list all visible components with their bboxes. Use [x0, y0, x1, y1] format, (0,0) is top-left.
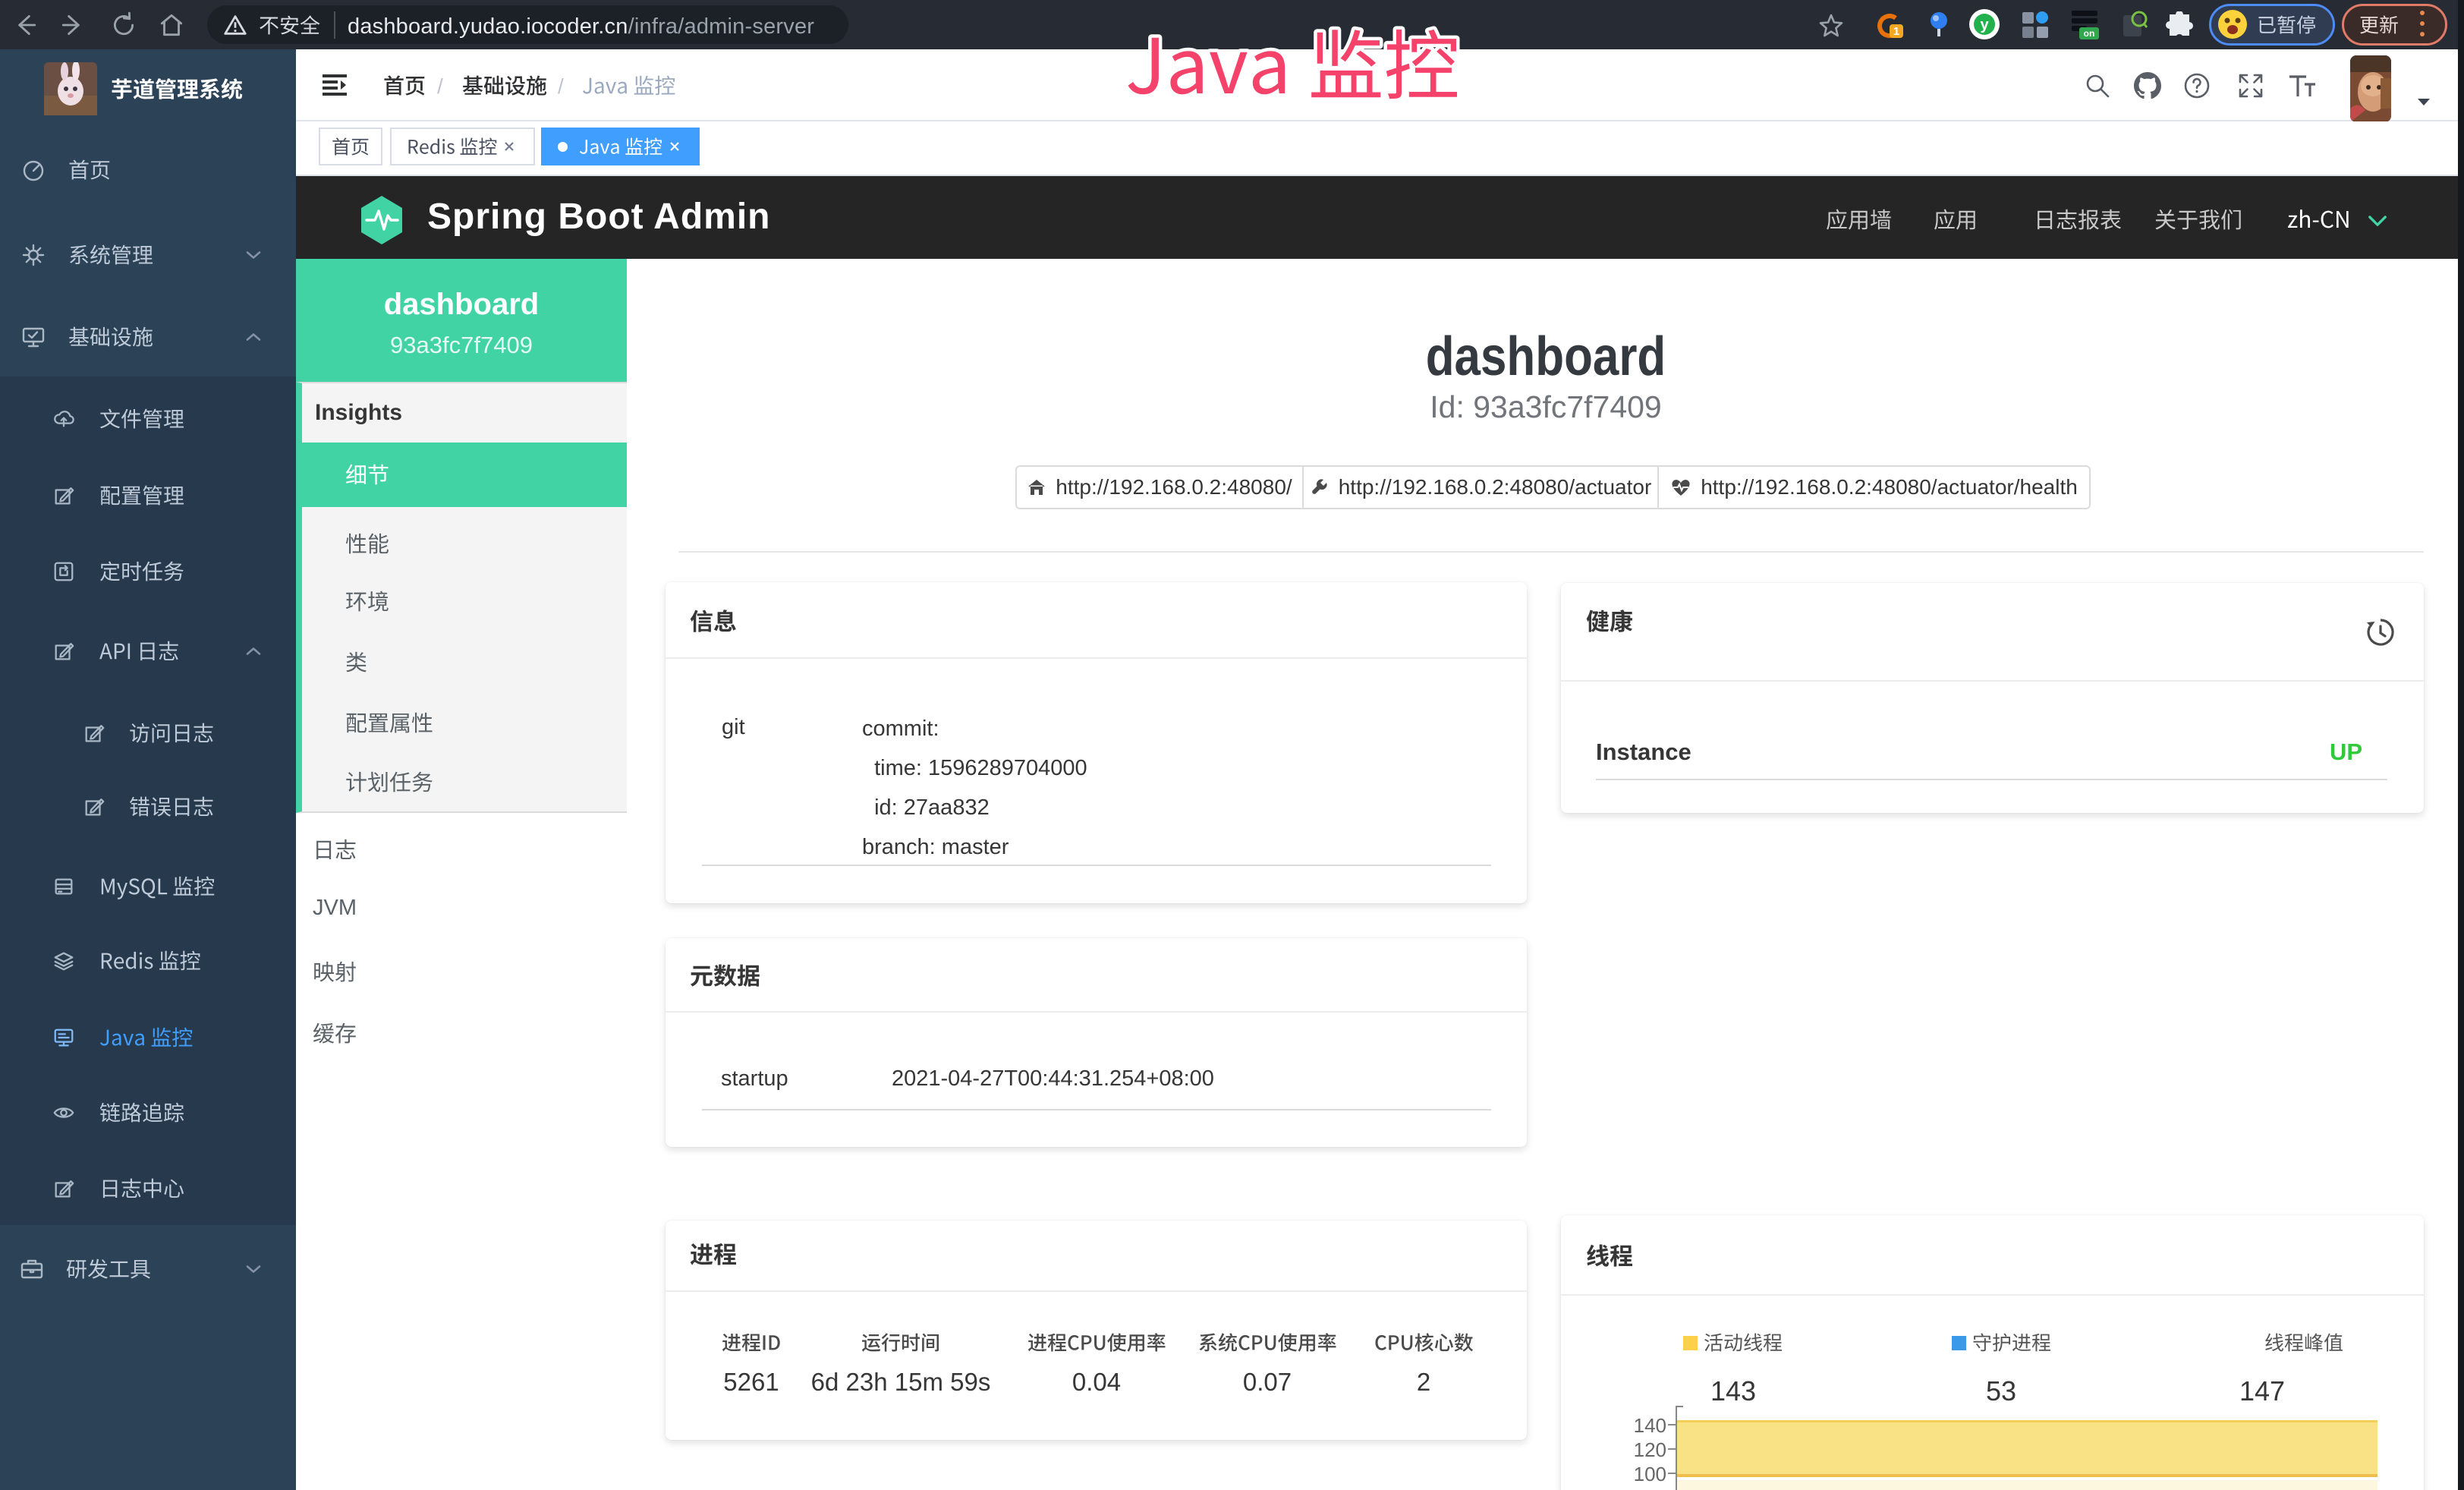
svg-text:1: 1: [1893, 25, 1899, 38]
svg-text:y: y: [1980, 17, 1989, 33]
svg-text:on: on: [2084, 28, 2095, 39]
